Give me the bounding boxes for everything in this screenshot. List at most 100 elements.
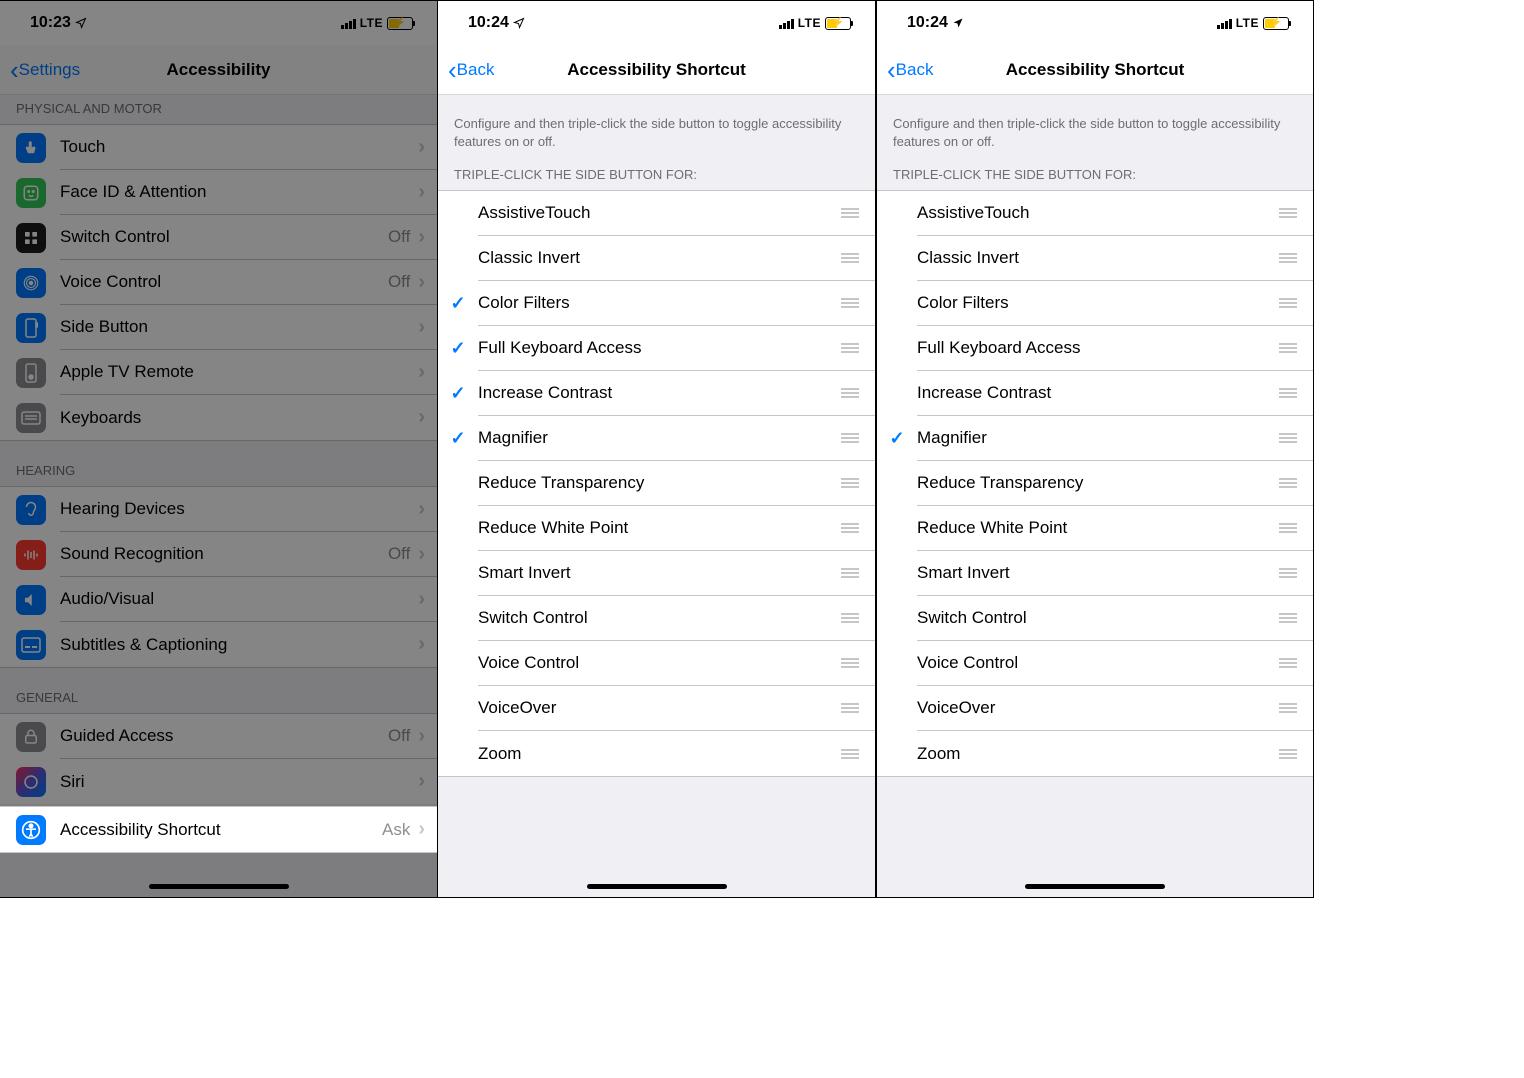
row-label: Siri bbox=[60, 772, 418, 792]
chevron-right-icon: › bbox=[418, 226, 425, 249]
shortcut-label: Full Keyboard Access bbox=[478, 338, 841, 358]
shortcut-label: AssistiveTouch bbox=[917, 203, 1279, 223]
reorder-handle-icon[interactable] bbox=[1279, 388, 1297, 398]
list-physical: Touch› Face ID & Attention› Switch Contr… bbox=[0, 124, 437, 441]
row-keyboards[interactable]: Keyboards› bbox=[0, 395, 437, 440]
status-bar: 10:24 LTE ⚡ bbox=[877, 1, 1313, 45]
shortcut-row[interactable]: AssistiveTouch bbox=[877, 191, 1313, 236]
reorder-handle-icon[interactable] bbox=[841, 568, 859, 578]
shortcut-row[interactable]: Full Keyboard Access bbox=[877, 326, 1313, 371]
home-indicator[interactable] bbox=[587, 884, 727, 889]
back-label: Back bbox=[896, 60, 934, 80]
reorder-handle-icon[interactable] bbox=[1279, 343, 1297, 353]
reorder-handle-icon[interactable] bbox=[841, 298, 859, 308]
shortcut-label: Voice Control bbox=[917, 653, 1279, 673]
reorder-handle-icon[interactable] bbox=[841, 433, 859, 443]
shortcut-row[interactable]: Voice Control bbox=[438, 641, 875, 686]
shortcut-row[interactable]: Reduce Transparency bbox=[438, 461, 875, 506]
shortcut-row[interactable]: ✓Increase Contrast bbox=[438, 371, 875, 416]
row-guided-access[interactable]: Guided AccessOff› bbox=[0, 714, 437, 759]
chevron-left-icon: ‹ bbox=[887, 57, 896, 83]
back-button[interactable]: ‹ Settings bbox=[0, 57, 80, 83]
reorder-handle-icon[interactable] bbox=[1279, 523, 1297, 533]
row-accessibility-shortcut[interactable]: Accessibility ShortcutAsk› bbox=[0, 806, 437, 853]
battery-icon: ⚡ bbox=[1263, 17, 1289, 30]
reorder-handle-icon[interactable] bbox=[841, 703, 859, 713]
shortcut-row[interactable]: VoiceOver bbox=[438, 686, 875, 731]
row-appletv[interactable]: Apple TV Remote› bbox=[0, 350, 437, 395]
reorder-handle-icon[interactable] bbox=[841, 253, 859, 263]
shortcut-row[interactable]: Smart Invert bbox=[877, 551, 1313, 596]
shortcut-row[interactable]: ✓Color Filters bbox=[438, 281, 875, 326]
accessibility-shortcut-icon bbox=[16, 815, 46, 845]
reorder-handle-icon[interactable] bbox=[1279, 703, 1297, 713]
back-button[interactable]: ‹ Back bbox=[438, 57, 494, 83]
reorder-handle-icon[interactable] bbox=[841, 208, 859, 218]
shortcut-row[interactable]: AssistiveTouch bbox=[438, 191, 875, 236]
shortcut-row[interactable]: Classic Invert bbox=[438, 236, 875, 281]
shortcut-label: Classic Invert bbox=[478, 248, 841, 268]
shortcut-row[interactable]: Classic Invert bbox=[877, 236, 1313, 281]
row-sound-recognition[interactable]: Sound RecognitionOff› bbox=[0, 532, 437, 577]
reorder-handle-icon[interactable] bbox=[841, 343, 859, 353]
shortcut-label: Classic Invert bbox=[917, 248, 1279, 268]
shortcut-row[interactable]: Voice Control bbox=[877, 641, 1313, 686]
shortcut-label: VoiceOver bbox=[478, 698, 841, 718]
row-label: Hearing Devices bbox=[60, 499, 418, 519]
reorder-handle-icon[interactable] bbox=[1279, 749, 1297, 759]
reorder-handle-icon[interactable] bbox=[1279, 433, 1297, 443]
home-indicator[interactable] bbox=[149, 884, 289, 889]
reorder-handle-icon[interactable] bbox=[841, 388, 859, 398]
shortcut-row[interactable]: Reduce Transparency bbox=[877, 461, 1313, 506]
row-side-button[interactable]: Side Button› bbox=[0, 305, 437, 350]
shortcut-label: Reduce Transparency bbox=[478, 473, 841, 493]
back-button[interactable]: ‹ Back bbox=[877, 57, 933, 83]
reorder-handle-icon[interactable] bbox=[841, 478, 859, 488]
hearing-icon bbox=[16, 495, 46, 525]
shortcut-row[interactable]: Zoom bbox=[877, 731, 1313, 776]
shortcut-row[interactable]: Increase Contrast bbox=[877, 371, 1313, 416]
row-siri[interactable]: Siri› bbox=[0, 759, 437, 804]
shortcut-row[interactable]: ✓Magnifier bbox=[438, 416, 875, 461]
reorder-handle-icon[interactable] bbox=[1279, 208, 1297, 218]
reorder-handle-icon[interactable] bbox=[1279, 658, 1297, 668]
section-description: Configure and then triple-click the side… bbox=[438, 95, 875, 155]
location-icon bbox=[513, 17, 525, 29]
shortcut-row[interactable]: Reduce White Point bbox=[438, 506, 875, 551]
row-voice-control[interactable]: Voice ControlOff› bbox=[0, 260, 437, 305]
reorder-handle-icon[interactable] bbox=[841, 749, 859, 759]
row-faceid[interactable]: Face ID & Attention› bbox=[0, 170, 437, 215]
reorder-handle-icon[interactable] bbox=[1279, 298, 1297, 308]
shortcut-row[interactable]: Reduce White Point bbox=[877, 506, 1313, 551]
shortcut-row[interactable]: Switch Control bbox=[438, 596, 875, 641]
chevron-right-icon: › bbox=[418, 406, 425, 429]
reorder-handle-icon[interactable] bbox=[841, 658, 859, 668]
row-subtitles[interactable]: Subtitles & Captioning› bbox=[0, 622, 437, 667]
switch-control-icon bbox=[16, 223, 46, 253]
home-indicator[interactable] bbox=[1025, 884, 1165, 889]
shortcut-row[interactable]: Smart Invert bbox=[438, 551, 875, 596]
reorder-handle-icon[interactable] bbox=[1279, 568, 1297, 578]
row-switch-control[interactable]: Switch ControlOff› bbox=[0, 215, 437, 260]
shortcut-row[interactable]: ✓Full Keyboard Access bbox=[438, 326, 875, 371]
shortcut-row[interactable]: ✓Magnifier bbox=[877, 416, 1313, 461]
section-header-general: GENERAL bbox=[0, 668, 437, 713]
reorder-handle-icon[interactable] bbox=[1279, 253, 1297, 263]
row-touch[interactable]: Touch› bbox=[0, 125, 437, 170]
list-hearing: Hearing Devices› Sound RecognitionOff› A… bbox=[0, 486, 437, 668]
shortcut-row[interactable]: Switch Control bbox=[877, 596, 1313, 641]
row-audio-visual[interactable]: Audio/Visual› bbox=[0, 577, 437, 622]
row-hearing-devices[interactable]: Hearing Devices› bbox=[0, 487, 437, 532]
reorder-handle-icon[interactable] bbox=[841, 523, 859, 533]
reorder-handle-icon[interactable] bbox=[1279, 478, 1297, 488]
reorder-handle-icon[interactable] bbox=[1279, 613, 1297, 623]
shortcut-label: Color Filters bbox=[917, 293, 1279, 313]
row-label: Sound Recognition bbox=[60, 544, 388, 564]
shortcut-row[interactable]: Color Filters bbox=[877, 281, 1313, 326]
section-header-hearing: HEARING bbox=[0, 441, 437, 486]
reorder-handle-icon[interactable] bbox=[841, 613, 859, 623]
shortcut-row[interactable]: VoiceOver bbox=[877, 686, 1313, 731]
shortcut-row[interactable]: Zoom bbox=[438, 731, 875, 776]
signal-icon bbox=[1217, 18, 1232, 29]
nav-bar: ‹ Back Accessibility Shortcut bbox=[438, 45, 875, 95]
